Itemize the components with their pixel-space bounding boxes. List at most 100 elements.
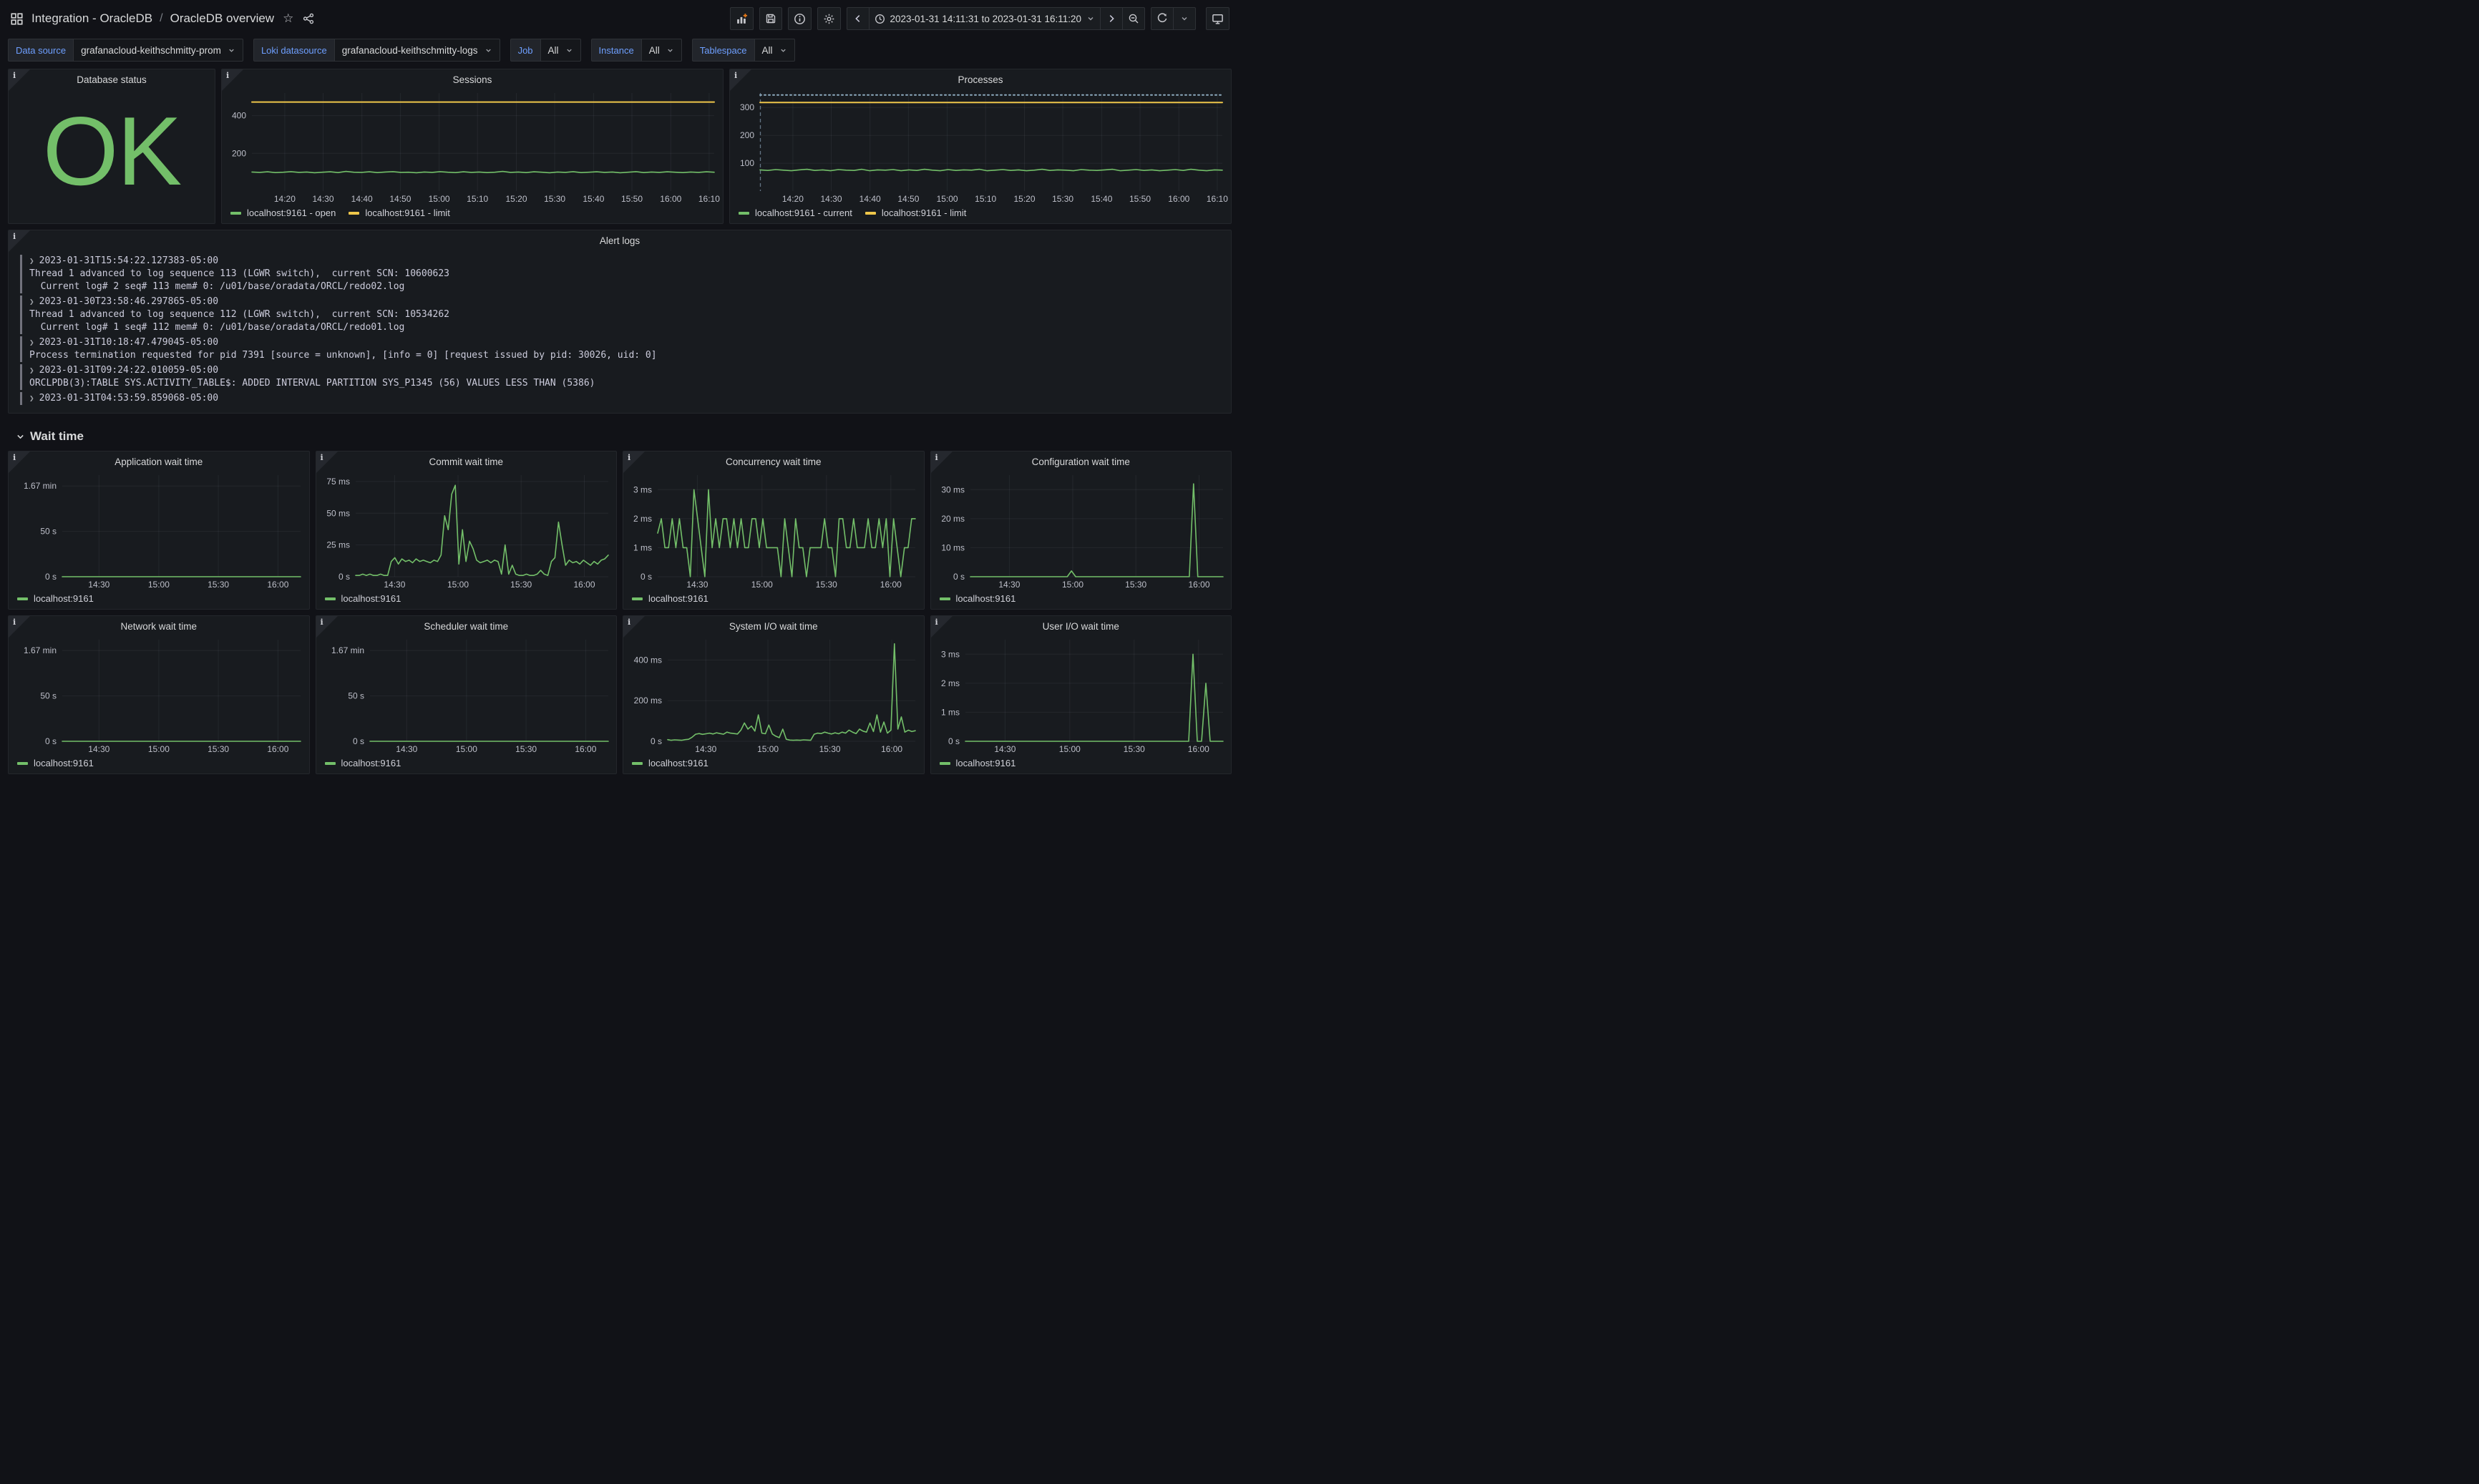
svg-text:16:00: 16:00 <box>1188 580 1209 590</box>
time-series-chart[interactable]: 0 s 25 ms 50 ms 75 ms 14:30 15:00 15:30 16:00 <box>316 468 617 592</box>
time-series-chart[interactable]: 0 s 200 ms 400 ms 14:30 15:00 15:30 16:00 <box>623 633 924 757</box>
dashboard-row-top: i Database status OK i Sessions 200 400 14:2… <box>8 69 1232 224</box>
refresh-button[interactable] <box>1151 7 1174 30</box>
panel-info-icon[interactable]: i <box>930 616 953 638</box>
chevron-down-icon <box>1088 17 1094 21</box>
panel-info-icon[interactable]: i <box>9 451 30 473</box>
legend-item[interactable]: localhost:9161 <box>939 593 1016 604</box>
panel-info-icon[interactable]: i <box>316 616 338 638</box>
time-series-chart[interactable]: 0 s 50 s 1.67 min 14:30 15:00 15:30 16:00 <box>9 468 309 592</box>
log-expand-chevron-icon[interactable]: ❯ <box>29 297 34 306</box>
dashboard-insights-button[interactable] <box>787 7 812 30</box>
panel-info-icon[interactable]: i <box>930 451 953 473</box>
variable-select-loki-datasource[interactable]: grafanacloud-keithschmitty-logs <box>333 39 500 62</box>
legend-item[interactable]: localhost:9161 <box>17 593 94 604</box>
time-series-chart[interactable]: 0 s 50 s 1.67 min 14:30 15:00 15:30 16:00 <box>9 633 309 757</box>
panel-title[interactable]: Processes <box>730 69 1231 86</box>
panel-info-icon[interactable]: i <box>9 230 30 252</box>
panel-info-icon[interactable]: i <box>222 69 243 91</box>
svg-text:14:30: 14:30 <box>396 744 417 754</box>
refresh-interval-button[interactable] <box>1173 7 1196 30</box>
panel-title[interactable]: User I/O wait time <box>931 616 1232 633</box>
panel-info-icon[interactable]: i <box>623 616 645 638</box>
variable-select-job[interactable]: All <box>540 39 581 62</box>
panel-title[interactable]: Application wait time <box>9 451 309 468</box>
legend-item[interactable]: localhost:9161 - current <box>739 208 852 218</box>
kiosk-mode-button[interactable] <box>1206 7 1229 30</box>
panel-title[interactable]: System I/O wait time <box>623 616 924 633</box>
panel-title[interactable]: Network wait time <box>9 616 309 633</box>
log-entry[interactable]: ❯ 2023-01-31T15:54:22.127383-05:00 Thread … <box>20 255 1219 293</box>
legend-item[interactable]: localhost:9161 - open <box>230 208 336 218</box>
log-message: Current log# 2 seq# 113 mem# 0: /u01/bas… <box>29 281 405 292</box>
time-range-forward-button[interactable] <box>1100 7 1123 30</box>
dashboards-grid-icon[interactable] <box>9 11 24 26</box>
time-range-picker-button[interactable]: 2023-01-31 14:11:31 to 2023-01-31 16:11:… <box>868 7 1101 30</box>
panel-info-icon[interactable]: i <box>316 451 338 473</box>
log-entry[interactable]: ❯ 2023-01-31T04:53:59.859068-05:00 <box>20 392 1219 405</box>
time-series-chart[interactable]: 100 200 300 14:20 14:30 14:40 14:50 15:00 15:10 1… <box>730 86 1231 207</box>
panel-info-icon[interactable]: i <box>623 451 645 473</box>
panel-title[interactable]: Concurrency wait time <box>623 451 924 468</box>
favorite-star-icon[interactable]: ☆ <box>283 11 293 26</box>
panel-info-icon[interactable]: i <box>9 69 30 91</box>
panel-title[interactable]: Commit wait time <box>316 451 617 468</box>
variable-select-data-source[interactable]: grafanacloud-keithschmitty-prom <box>73 39 243 62</box>
legend-item[interactable]: localhost:9161 <box>632 593 708 604</box>
legend-item[interactable]: localhost:9161 - limit <box>865 208 966 218</box>
log-expand-chevron-icon[interactable]: ❯ <box>29 338 34 347</box>
log-entry[interactable]: ❯ 2023-01-31T09:24:22.010059-05:00 ORCLPDB… <box>20 364 1219 390</box>
legend-item[interactable]: localhost:9161 <box>939 758 1016 768</box>
svg-text:16:10: 16:10 <box>1207 194 1228 204</box>
svg-text:50 ms: 50 ms <box>326 508 350 518</box>
svg-text:0 s: 0 s <box>953 572 964 582</box>
svg-text:15:20: 15:20 <box>505 194 527 204</box>
svg-text:100: 100 <box>740 158 754 168</box>
panel-application-wait-time: i Application wait time 0 s 50 s 1.67 min 14:… <box>8 451 310 610</box>
log-expand-chevron-icon[interactable]: ❯ <box>29 366 34 375</box>
time-series-chart[interactable]: 0 s 50 s 1.67 min 14:30 15:00 15:30 16:00 <box>316 633 617 757</box>
panel-info-icon[interactable]: i <box>9 616 30 638</box>
svg-text:15:00: 15:00 <box>757 744 779 754</box>
svg-text:14:30: 14:30 <box>695 744 716 754</box>
time-series-chart[interactable]: 200 400 14:20 14:30 14:40 14:50 15:00 15:10 15:2… <box>222 86 723 207</box>
panel-title[interactable]: Database status <box>9 69 215 86</box>
svg-text:3 ms: 3 ms <box>633 484 652 494</box>
legend-swatch <box>632 597 643 600</box>
legend-item[interactable]: localhost:9161 - limit <box>349 208 450 218</box>
log-entry[interactable]: ❯ 2023-01-30T23:58:46.297865-05:00 Thread … <box>20 296 1219 334</box>
breadcrumb-folder[interactable]: Integration - OracleDB <box>31 11 152 26</box>
share-icon[interactable] <box>301 11 316 26</box>
legend-item[interactable]: localhost:9161 <box>324 758 401 768</box>
log-expand-chevron-icon[interactable]: ❯ <box>29 256 34 265</box>
variable-select-tablespace[interactable]: All <box>754 39 795 62</box>
database-status-value: OK <box>42 97 182 205</box>
zoom-out-button[interactable] <box>1122 7 1145 30</box>
log-entry[interactable]: ❯ 2023-01-31T10:18:47.479045-05:00 Process… <box>20 336 1219 362</box>
legend-swatch <box>324 761 336 765</box>
time-series-chart[interactable]: 0 s 1 ms 2 ms 3 ms 14:30 15:00 15:30 16:00 <box>623 468 924 592</box>
save-dashboard-button[interactable] <box>759 7 782 30</box>
log-message: Current log# 1 seq# 112 mem# 0: /u01/bas… <box>29 322 405 333</box>
panel-title[interactable]: Configuration wait time <box>931 451 1232 468</box>
log-expand-chevron-icon[interactable]: ❯ <box>29 394 34 403</box>
svg-text:16:00: 16:00 <box>267 744 288 754</box>
add-panel-button[interactable] <box>729 7 754 30</box>
time-series-chart[interactable]: 0 s 1 ms 2 ms 3 ms 14:30 15:00 15:30 16:00 <box>931 633 1232 757</box>
time-series-chart[interactable]: 0 s 10 ms 20 ms 30 ms 14:30 15:00 15:30 16:00 <box>931 468 1232 592</box>
time-range-back-button[interactable] <box>846 7 870 30</box>
legend-item[interactable]: localhost:9161 <box>632 758 708 768</box>
svg-text:0 s: 0 s <box>948 736 959 746</box>
dashboard-settings-button[interactable] <box>817 7 841 30</box>
legend-item[interactable]: localhost:9161 <box>324 593 401 604</box>
log-message: ORCLPDB(3):TABLE SYS.ACTIVITY_TABLE$: AD… <box>29 378 595 389</box>
svg-text:15:50: 15:50 <box>1129 194 1151 204</box>
panel-title[interactable]: Scheduler wait time <box>316 616 617 633</box>
panel-info-icon[interactable]: i <box>730 69 751 91</box>
panel-title[interactable]: Sessions <box>222 69 723 86</box>
chart-legend: localhost:9161 <box>9 592 309 609</box>
legend-item[interactable]: localhost:9161 <box>17 758 94 768</box>
panel-title[interactable]: Alert logs <box>9 230 1231 247</box>
variable-select-instance[interactable]: All <box>641 39 682 62</box>
wait-time-section-header[interactable]: Wait time <box>16 421 1232 451</box>
